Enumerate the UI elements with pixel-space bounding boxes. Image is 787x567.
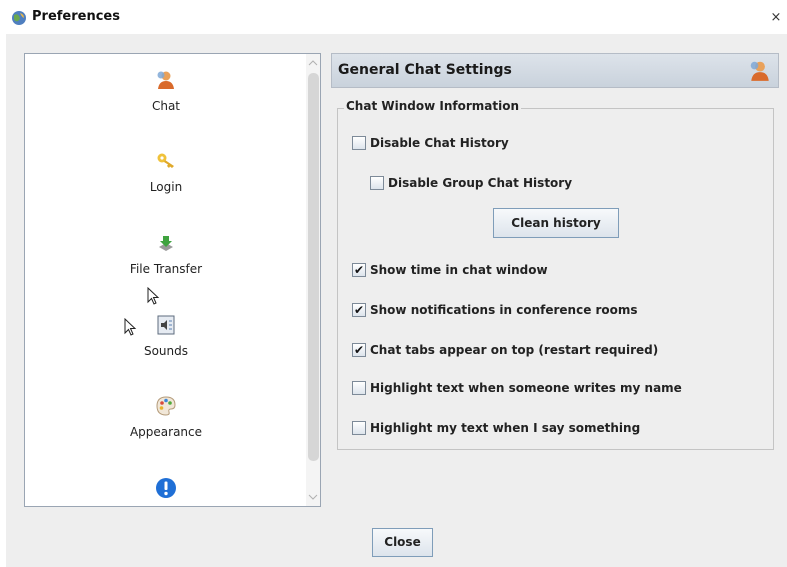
nav-item-login[interactable]: Login xyxy=(25,150,307,194)
option-label: Show notifications in conference rooms xyxy=(370,303,638,317)
nav-item-chat[interactable]: Chat xyxy=(25,69,307,113)
close-button[interactable]: Close xyxy=(372,528,433,557)
sounds-icon xyxy=(157,315,175,335)
window-title: Preferences xyxy=(32,9,120,24)
option-label: Chat tabs appear on top (restart require… xyxy=(370,343,659,357)
chat-user-icon xyxy=(157,71,174,89)
option-label: Highlight my text when I say something xyxy=(370,421,641,435)
checkbox[interactable] xyxy=(352,421,366,435)
dialog-body: Chat Login File Transfer Sounds Appearan… xyxy=(6,34,787,567)
option-disable-chat-history[interactable]: Disable Chat History xyxy=(352,134,509,152)
nav-scrollbar[interactable] xyxy=(306,54,320,506)
panel-header: General Chat Settings xyxy=(331,53,779,88)
clean-history-button[interactable]: Clean history xyxy=(493,208,619,238)
nav-label-appearance: Appearance xyxy=(129,425,203,439)
nav-label-sounds: Sounds xyxy=(143,344,189,358)
scroll-up-icon[interactable] xyxy=(307,58,319,68)
nav-label-chat: Chat xyxy=(151,99,181,113)
close-window-icon[interactable]: × xyxy=(765,8,787,28)
group-title: Chat Window Information xyxy=(344,99,521,113)
palette-icon xyxy=(156,396,176,416)
preferences-nav-list: Chat Login File Transfer Sounds Appearan… xyxy=(24,53,321,507)
option-label: Disable Chat History xyxy=(370,136,509,150)
option-label: Highlight text when someone writes my na… xyxy=(370,381,682,395)
option-show-notifications[interactable]: ✔ Show notifications in conference rooms xyxy=(352,301,638,319)
chat-user-icon xyxy=(750,61,769,81)
option-chat-tabs-top[interactable]: ✔ Chat tabs appear on top (restart requi… xyxy=(352,341,658,359)
chat-window-group xyxy=(337,108,774,450)
option-highlight-my-text[interactable]: Highlight my text when I say something xyxy=(352,419,640,437)
info-alert-icon xyxy=(156,478,176,498)
scroll-down-icon[interactable] xyxy=(307,492,319,502)
checkbox[interactable] xyxy=(352,381,366,395)
option-show-time[interactable]: ✔ Show time in chat window xyxy=(352,261,548,279)
checkbox[interactable] xyxy=(370,176,384,190)
mouse-cursor-icon xyxy=(147,287,160,305)
mouse-cursor-icon xyxy=(124,318,137,336)
checkbox[interactable]: ✔ xyxy=(352,303,366,317)
checkbox[interactable]: ✔ xyxy=(352,263,366,277)
title-bar: Preferences × xyxy=(0,0,787,34)
preferences-globe-icon xyxy=(12,11,26,25)
panel-title: General Chat Settings xyxy=(338,62,512,78)
nav-item-partial[interactable] xyxy=(25,477,307,499)
option-label: Show time in chat window xyxy=(370,263,548,277)
nav-scroll-thumb[interactable] xyxy=(308,73,319,461)
nav-item-sounds[interactable]: Sounds xyxy=(25,314,307,358)
key-icon xyxy=(157,153,174,168)
nav-label-login: Login xyxy=(149,180,183,194)
option-label: Disable Group Chat History xyxy=(388,176,573,190)
checkbox[interactable] xyxy=(352,136,366,150)
file-transfer-icon xyxy=(159,236,173,251)
nav-label-file-transfer: File Transfer xyxy=(129,262,203,276)
nav-item-file-transfer[interactable]: File Transfer xyxy=(25,232,307,276)
option-disable-group-chat-history[interactable]: Disable Group Chat History xyxy=(370,174,572,192)
checkbox[interactable]: ✔ xyxy=(352,343,366,357)
option-highlight-name[interactable]: Highlight text when someone writes my na… xyxy=(352,379,682,397)
nav-item-appearance[interactable]: Appearance xyxy=(25,395,307,439)
